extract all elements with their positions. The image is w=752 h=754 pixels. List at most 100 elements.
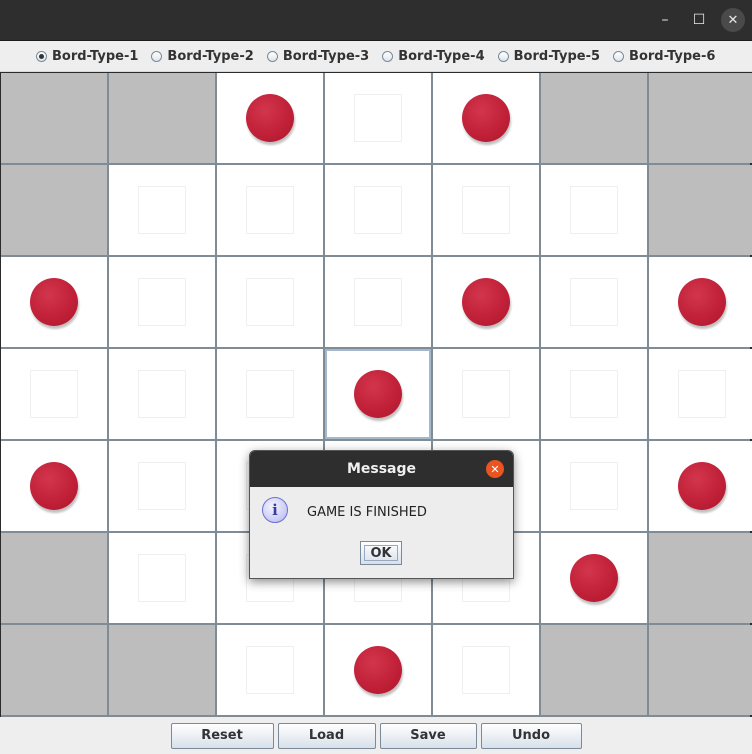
reset-button[interactable]: Reset bbox=[170, 722, 274, 749]
peg[interactable] bbox=[570, 554, 618, 602]
dialog-title: Message bbox=[346, 461, 417, 477]
blocked-cell bbox=[1, 533, 107, 623]
radio-label: Bord-Type-6 bbox=[629, 48, 716, 64]
board-type-selector: Bord-Type-1 Bord-Type-2 Bord-Type-3 Bord… bbox=[0, 41, 752, 72]
empty-cell[interactable] bbox=[433, 625, 539, 715]
undo-button[interactable]: Undo bbox=[480, 722, 582, 749]
hole bbox=[138, 186, 186, 234]
peg[interactable] bbox=[30, 462, 78, 510]
empty-cell[interactable] bbox=[325, 257, 431, 347]
hole bbox=[462, 186, 510, 234]
blocked-cell bbox=[1, 73, 107, 163]
peg-cell[interactable] bbox=[433, 73, 539, 163]
empty-cell[interactable] bbox=[541, 165, 647, 255]
blocked-cell bbox=[109, 73, 215, 163]
blocked-cell bbox=[541, 625, 647, 715]
peg-cell[interactable] bbox=[649, 257, 752, 347]
empty-cell[interactable] bbox=[1, 349, 107, 439]
peg-cell[interactable] bbox=[1, 441, 107, 531]
empty-cell[interactable] bbox=[325, 73, 431, 163]
empty-cell[interactable] bbox=[109, 349, 215, 439]
peg[interactable] bbox=[30, 278, 78, 326]
ok-label: OK bbox=[370, 545, 392, 561]
radio-indicator[interactable] bbox=[266, 50, 278, 62]
peg[interactable] bbox=[678, 462, 726, 510]
title-bar: – ☐ ✕ bbox=[0, 0, 752, 41]
dialog-close-button[interactable]: ✕ bbox=[486, 460, 504, 478]
empty-cell[interactable] bbox=[541, 441, 647, 531]
blocked-cell bbox=[541, 73, 647, 163]
empty-cell[interactable] bbox=[109, 441, 215, 531]
dialog-body: i GAME IS FINISHED OK bbox=[250, 487, 513, 578]
empty-cell[interactable] bbox=[433, 165, 539, 255]
radio-bord-type-3[interactable]: Bord-Type-3 bbox=[266, 49, 369, 64]
radio-indicator[interactable] bbox=[151, 50, 163, 62]
close-button[interactable]: ✕ bbox=[721, 8, 745, 32]
empty-cell[interactable] bbox=[541, 257, 647, 347]
radio-label: Bord-Type-5 bbox=[513, 48, 601, 64]
empty-cell[interactable] bbox=[433, 349, 539, 439]
radio-bord-type-4[interactable]: Bord-Type-4 bbox=[382, 49, 485, 64]
empty-cell[interactable] bbox=[217, 349, 323, 439]
peg-cell[interactable] bbox=[217, 73, 323, 163]
radio-bord-type-1[interactable]: Bord-Type-1 bbox=[36, 49, 138, 64]
empty-cell[interactable] bbox=[217, 165, 323, 255]
empty-cell[interactable] bbox=[217, 625, 323, 715]
save-button[interactable]: Save bbox=[379, 722, 477, 749]
empty-cell[interactable] bbox=[109, 533, 215, 623]
peg[interactable] bbox=[462, 94, 510, 142]
blocked-cell bbox=[109, 625, 215, 715]
empty-cell[interactable] bbox=[217, 257, 323, 347]
radio-indicator[interactable] bbox=[613, 50, 625, 62]
info-icon: i bbox=[262, 497, 288, 523]
peg-cell[interactable] bbox=[325, 625, 431, 715]
ok-button[interactable]: OK bbox=[360, 541, 402, 565]
empty-cell[interactable] bbox=[541, 349, 647, 439]
radio-bord-type-5[interactable]: Bord-Type-5 bbox=[497, 48, 601, 64]
radio-bord-type-2[interactable]: Bord-Type-2 bbox=[151, 48, 254, 64]
hole bbox=[570, 462, 618, 510]
blocked-cell bbox=[649, 533, 752, 623]
peg[interactable] bbox=[462, 278, 510, 326]
empty-cell[interactable] bbox=[325, 165, 431, 255]
peg[interactable] bbox=[354, 646, 402, 694]
hole bbox=[462, 370, 510, 418]
peg-cell[interactable] bbox=[649, 441, 752, 531]
radio-label: Bord-Type-1 bbox=[52, 48, 139, 64]
hole bbox=[138, 462, 186, 510]
hole bbox=[138, 554, 186, 602]
minimize-button[interactable]: – bbox=[653, 8, 677, 32]
peg-cell[interactable] bbox=[541, 533, 647, 623]
blocked-cell bbox=[1, 165, 107, 255]
hole bbox=[570, 278, 618, 326]
hole bbox=[246, 646, 294, 694]
empty-cell[interactable] bbox=[109, 165, 215, 255]
peg-cell[interactable] bbox=[325, 349, 431, 439]
maximize-button[interactable]: ☐ bbox=[687, 8, 711, 32]
peg[interactable] bbox=[678, 278, 726, 326]
hole bbox=[462, 646, 510, 694]
radio-indicator[interactable] bbox=[36, 50, 47, 62]
blocked-cell bbox=[649, 73, 752, 163]
radio-bord-type-6[interactable]: Bord-Type-6 bbox=[613, 49, 715, 64]
empty-cell[interactable] bbox=[649, 349, 752, 439]
peg[interactable] bbox=[246, 94, 294, 142]
hole bbox=[138, 278, 186, 326]
hole bbox=[354, 94, 402, 142]
action-bar: Reset Load Save Undo bbox=[0, 717, 752, 754]
hole bbox=[30, 370, 78, 418]
radio-label: Bord-Type-2 bbox=[167, 48, 254, 64]
blocked-cell bbox=[649, 625, 752, 715]
dialog-title-bar: Message ✕ bbox=[250, 451, 513, 487]
peg[interactable] bbox=[354, 370, 402, 418]
load-button[interactable]: Load bbox=[277, 722, 376, 749]
dialog-message: GAME IS FINISHED bbox=[307, 505, 427, 520]
peg-cell[interactable] bbox=[1, 257, 107, 347]
hole bbox=[678, 370, 726, 418]
hole bbox=[138, 370, 186, 418]
peg-cell[interactable] bbox=[433, 257, 539, 347]
radio-indicator[interactable] bbox=[382, 50, 394, 62]
blocked-cell bbox=[649, 165, 752, 255]
empty-cell[interactable] bbox=[109, 257, 215, 347]
radio-indicator[interactable] bbox=[497, 50, 509, 62]
